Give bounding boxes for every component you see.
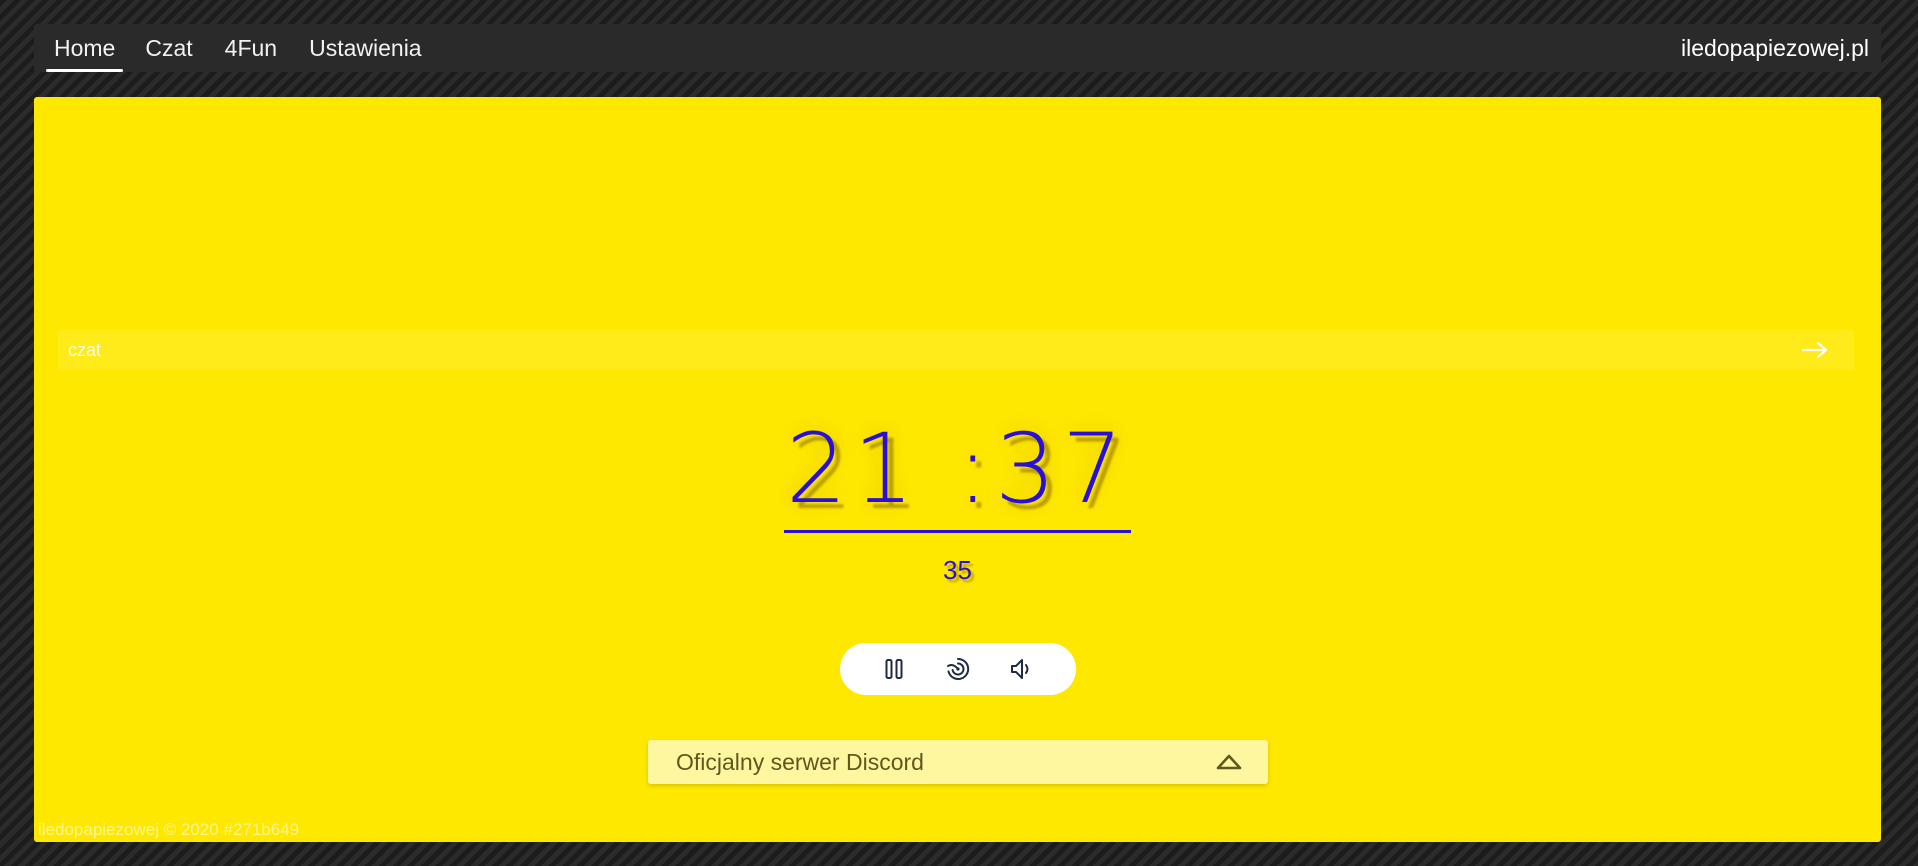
nav-tab-home[interactable]: Home: [40, 24, 129, 72]
sound-button[interactable]: [1004, 651, 1040, 687]
nav-tab-home-label: Home: [54, 34, 116, 61]
site-brand[interactable]: iledopapiezowej.pl: [1681, 35, 1869, 62]
discord-banner[interactable]: Oficjalny serwer Discord: [648, 740, 1268, 784]
pause-button[interactable]: [876, 651, 912, 687]
clock-minutes: 37: [994, 413, 1130, 525]
footer-copyright: iledopapiezowej © 2020 #271b649: [38, 820, 300, 839]
arrow-right-icon: [1801, 341, 1828, 359]
nav-tab-4fun[interactable]: 4Fun: [209, 24, 293, 72]
nav-tab-ustawienia-label: Ustawienia: [309, 34, 422, 61]
speaker-icon: [1011, 659, 1029, 679]
clock: 21 :37 35: [34, 417, 1881, 586]
nav-tab-czat-label: Czat: [145, 34, 193, 61]
chat-input[interactable]: [58, 330, 1780, 370]
chat-send-button[interactable]: [1780, 330, 1850, 370]
nav-tab-czat[interactable]: Czat: [129, 24, 208, 72]
chat-bar: [58, 330, 1854, 370]
nav-tab-ustawienia[interactable]: Ustawienia: [293, 24, 438, 72]
vibration-icon: [947, 657, 970, 680]
playback-controls: [840, 643, 1076, 695]
clock-hours: 21: [785, 413, 921, 525]
main-panel: 21 :37 35 Oficja: [34, 97, 1881, 842]
clock-time: 21 :37: [783, 413, 1132, 533]
discord-label: Oficjalny serwer Discord: [676, 748, 924, 775]
clock-seconds: 35: [943, 555, 972, 585]
clock-underline: [783, 530, 1132, 533]
clock-separator: :: [956, 413, 995, 525]
vibrate-button[interactable]: [940, 651, 976, 687]
pause-icon: [885, 659, 903, 679]
top-navbar: Home Czat 4Fun Ustawienia iledopapiezowe…: [34, 24, 1881, 72]
chevron-up-icon[interactable]: [1216, 754, 1242, 770]
nav-tab-4fun-label: 4Fun: [224, 34, 278, 61]
